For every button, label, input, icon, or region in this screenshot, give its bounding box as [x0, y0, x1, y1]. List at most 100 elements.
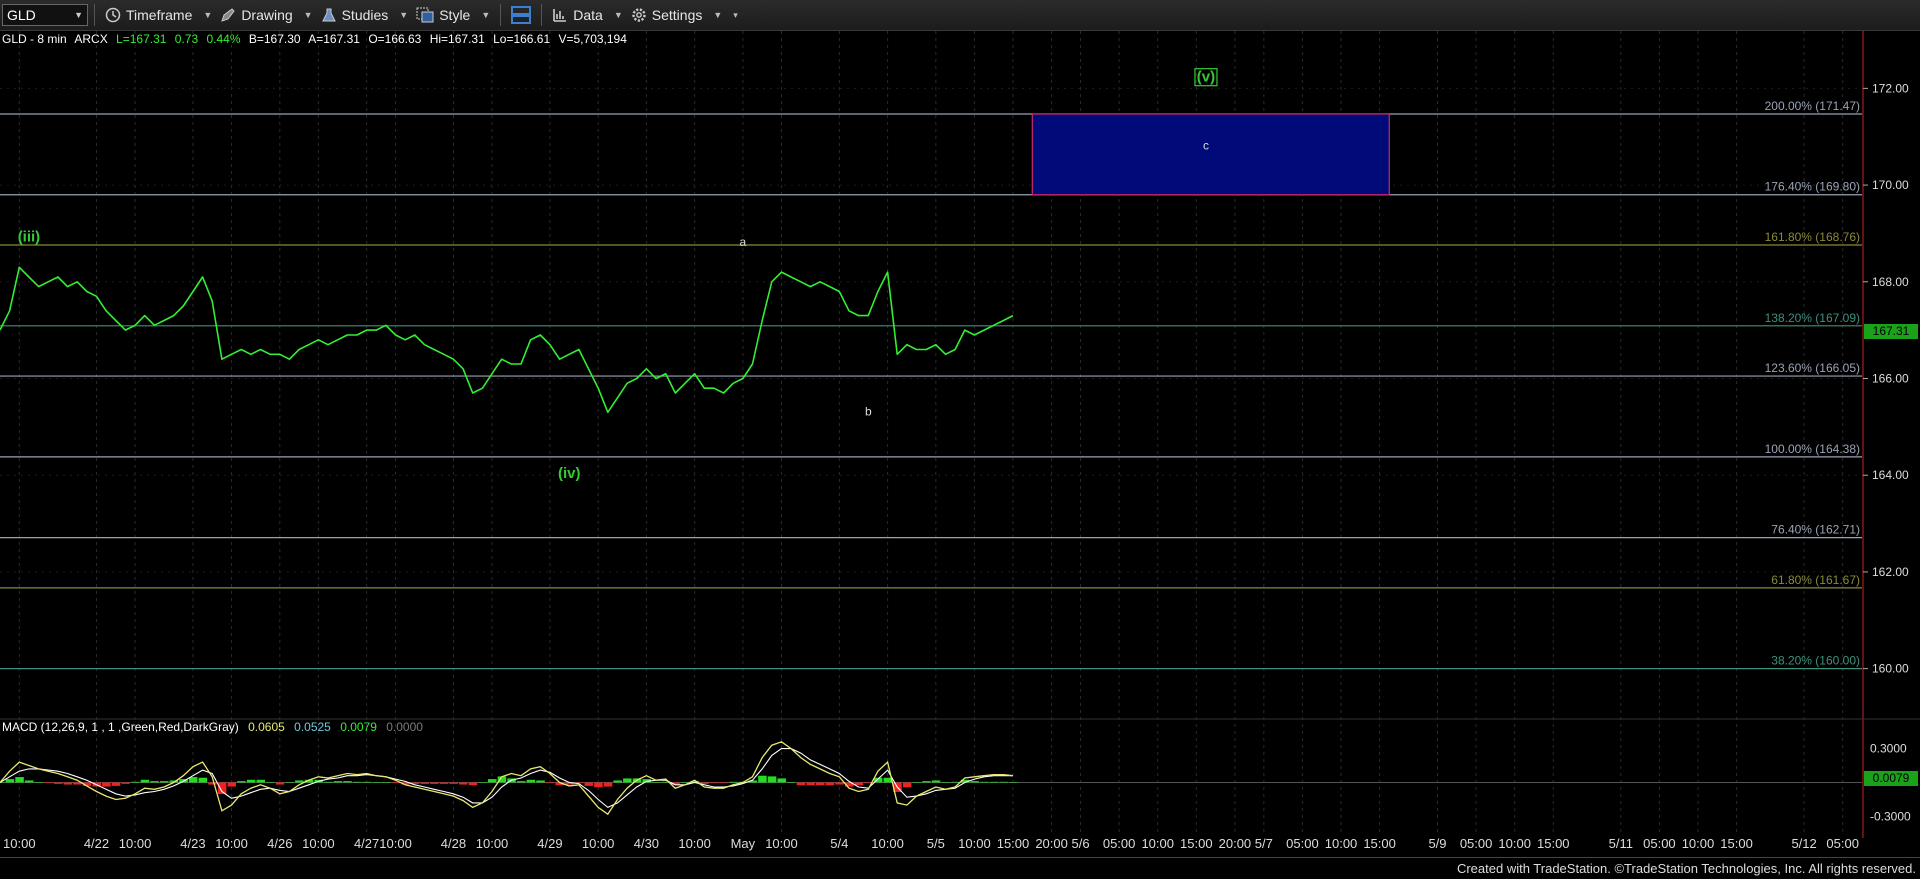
- last-price: L=167.31: [116, 32, 167, 46]
- macd-histogram-bar: [256, 779, 265, 783]
- macd-histogram-bar: [372, 782, 381, 783]
- time-axis-label: 10:00: [302, 836, 335, 851]
- exchange: ARCX: [74, 32, 108, 46]
- macd-histogram-bar: [333, 781, 343, 783]
- time-axis-label: 4/30: [634, 836, 659, 851]
- settings-label: Settings: [651, 7, 703, 23]
- time-axis-label: 5/5: [927, 836, 945, 851]
- time-axis-label: 15:00: [997, 836, 1030, 851]
- macd-histogram-bar: [980, 781, 989, 783]
- macd-histogram-bar: [285, 782, 294, 783]
- macd-histogram-bar: [391, 782, 401, 784]
- open-price: O=166.63: [368, 32, 422, 46]
- macd-diff-value: 0.0079: [340, 720, 377, 734]
- chevron-down-icon: ▼: [613, 10, 623, 20]
- macd-histogram-bar: [835, 782, 844, 785]
- time-axis-label: 15:00: [1720, 836, 1753, 851]
- macd-histogram-bar: [15, 777, 24, 783]
- bar-chart-icon: [553, 9, 567, 22]
- macd-histogram-bar: [44, 782, 53, 784]
- macd-histogram-bar: [767, 776, 777, 783]
- macd-histogram-bar: [246, 779, 256, 783]
- macd-histogram-bar: [912, 782, 922, 783]
- macd-histogram-bar: [111, 782, 121, 786]
- drawing-button[interactable]: Drawing ▼: [216, 2, 316, 28]
- macd-histogram-bar: [343, 781, 352, 783]
- macd-histogram-bar: [420, 782, 429, 784]
- macd-histogram-bar: [352, 781, 362, 783]
- timeframe-button[interactable]: Timeframe ▼: [101, 2, 216, 28]
- macd-histogram-bar: [102, 782, 111, 787]
- time-axis-label: 10:00: [871, 836, 904, 851]
- current-price-tag: 167.31: [1864, 324, 1918, 339]
- price-chart[interactable]: 200.00% (171.47) 176.40% (169.80) 161.80% …: [0, 31, 1920, 879]
- fib-level-label: 161.80% (168.76): [1765, 230, 1860, 244]
- macd-histogram-bar: [526, 779, 536, 783]
- time-axis-label: 15:00: [1180, 836, 1213, 851]
- data-label: Data: [573, 7, 603, 23]
- time-axis-label: 10:00: [119, 836, 152, 851]
- macd-histogram-bar: [516, 781, 526, 783]
- macd-histogram-bar: [131, 781, 140, 783]
- settings-button[interactable]: Settings ▼ ▾: [627, 2, 742, 28]
- price-axis-label: 160.00: [1872, 662, 1909, 676]
- time-axis-label: May: [731, 836, 756, 851]
- macd-histogram-bar: [430, 782, 439, 784]
- macd-histogram-bar: [1009, 782, 1018, 783]
- time-axis-label: 4/22: [84, 836, 109, 851]
- macd-histogram-bar: [603, 782, 613, 787]
- fib-level-label: 38.20% (160.00): [1771, 654, 1860, 668]
- time-axis-label: 5/12: [1791, 836, 1816, 851]
- time-axis-label: 5/7: [1255, 836, 1273, 851]
- time-axis-label: 15:00: [1363, 836, 1396, 851]
- studies-button[interactable]: Studies ▼: [317, 2, 413, 28]
- macd-histogram-bar: [545, 782, 555, 784]
- data-button[interactable]: Data ▼: [548, 2, 627, 28]
- wave-label: c: [1203, 138, 1209, 152]
- toolbar-divider: [94, 4, 95, 26]
- macd-histogram-bar: [381, 782, 391, 783]
- percent-change: 0.44%: [206, 32, 241, 46]
- macd-axis-label: -0.3000: [1870, 809, 1911, 823]
- macd-histogram-bar: [478, 782, 487, 783]
- macd-histogram-bar: [758, 775, 767, 783]
- clock-icon: [105, 7, 121, 23]
- price-axis-label: 164.00: [1872, 468, 1909, 482]
- layout-button[interactable]: [507, 2, 535, 28]
- time-axis-label: 10:00: [958, 836, 991, 851]
- time-axis-label: 10:00: [582, 836, 615, 851]
- macd-histogram-bar: [150, 781, 159, 783]
- bid-price: B=167.30: [248, 32, 301, 46]
- macd-histogram-bar: [825, 782, 835, 786]
- macd-histogram-bar: [931, 780, 941, 783]
- copyright-footer: Created with TradeStation. ©TradeStation…: [1456, 861, 1916, 876]
- chevron-down-icon: ▾: [733, 9, 738, 20]
- time-axis-label: 05:00: [1103, 836, 1136, 851]
- style-button[interactable]: Style ▼: [412, 2, 494, 28]
- macd-histogram-bar: [237, 781, 246, 783]
- macd-histogram-bar: [34, 782, 44, 783]
- macd-histogram-bar: [5, 779, 15, 783]
- time-axis-label: 10:00: [678, 836, 711, 851]
- symbol-selector[interactable]: GLD ▼: [2, 4, 88, 26]
- time-axis-label: 10:00: [476, 836, 509, 851]
- symbol-info-bar: GLD - 8 min ARCX L=167.31 0.73 0.44% B=1…: [2, 32, 632, 46]
- macd-histogram-bar: [63, 782, 73, 785]
- time-axis-border: [0, 857, 1920, 858]
- fib-level-label: 123.60% (166.05): [1765, 361, 1860, 375]
- time-axis-label: 4/27: [354, 836, 379, 851]
- macd-histogram-bar: [989, 781, 999, 783]
- macd-histogram-bar: [941, 782, 950, 783]
- time-axis-label: 05:00: [1286, 836, 1319, 851]
- time-axis-label: 4/23: [180, 836, 205, 851]
- macd-histogram-bar: [594, 782, 603, 788]
- macd-histogram-bar: [439, 782, 449, 784]
- macd-histogram-bar: [623, 778, 632, 783]
- low-price: Lo=166.61: [493, 32, 551, 46]
- macd-histogram-bar: [468, 782, 478, 786]
- chevron-down-icon: ▼: [481, 10, 491, 20]
- volume: V=5,703,194: [558, 32, 627, 46]
- macd-histogram-bar: [652, 782, 661, 783]
- time-axis-label: 10:00: [765, 836, 798, 851]
- wave-label: (iv): [558, 465, 581, 482]
